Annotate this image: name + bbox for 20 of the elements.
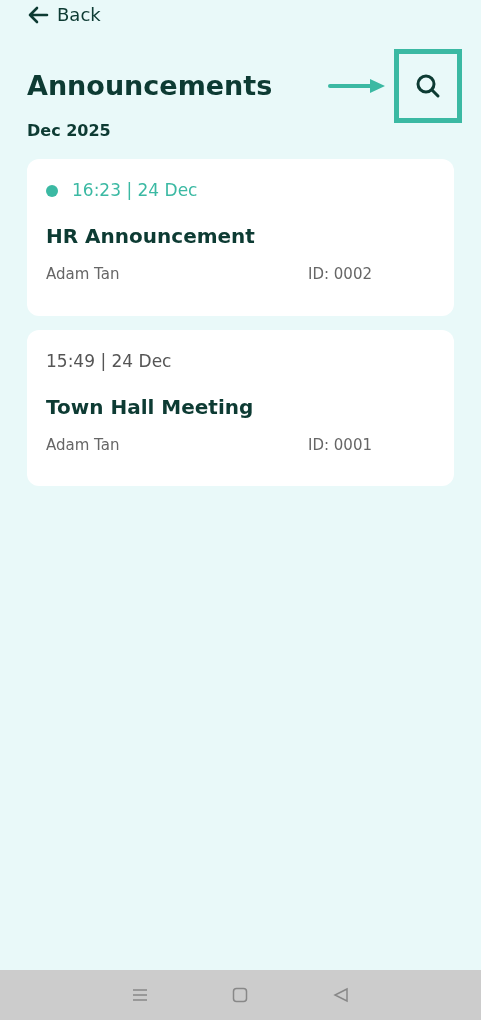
author-name: Adam Tan <box>46 434 121 456</box>
announcement-title: Town Hall Meeting <box>46 393 255 421</box>
announcement-time: 16:23 | 24 Dec <box>72 179 198 203</box>
announcement-time: 15:49 | 24 Dec <box>46 349 172 373</box>
announcement-title: HR Announcement <box>46 223 256 250</box>
month-heading: Dec 2025 <box>27 120 112 142</box>
page-title: Announcements <box>27 68 274 103</box>
announcement-id: ID: 0002 <box>308 264 372 285</box>
menu-icon[interactable] <box>132 988 149 1002</box>
author-name: Adam Tan <box>46 264 121 285</box>
announcement-id: ID: 0001 <box>308 434 372 456</box>
home-icon[interactable] <box>232 987 249 1003</box>
back-arrow-icon <box>27 4 49 25</box>
announcement-card[interactable]: 15:49 | 24 Dec Town Hall Meeting Adam Tan ID: 0001 <box>27 329 454 486</box>
pointer-arrow-icon <box>328 78 386 94</box>
search-button[interactable] <box>394 49 462 123</box>
search-icon <box>415 73 441 99</box>
announcement-card[interactable]: 16:23 | 24 Dec HR Announcement Adam Tan ID: 0002 <box>27 159 454 316</box>
back-icon[interactable] <box>332 987 349 1003</box>
back-button[interactable]: Back <box>27 1 101 28</box>
